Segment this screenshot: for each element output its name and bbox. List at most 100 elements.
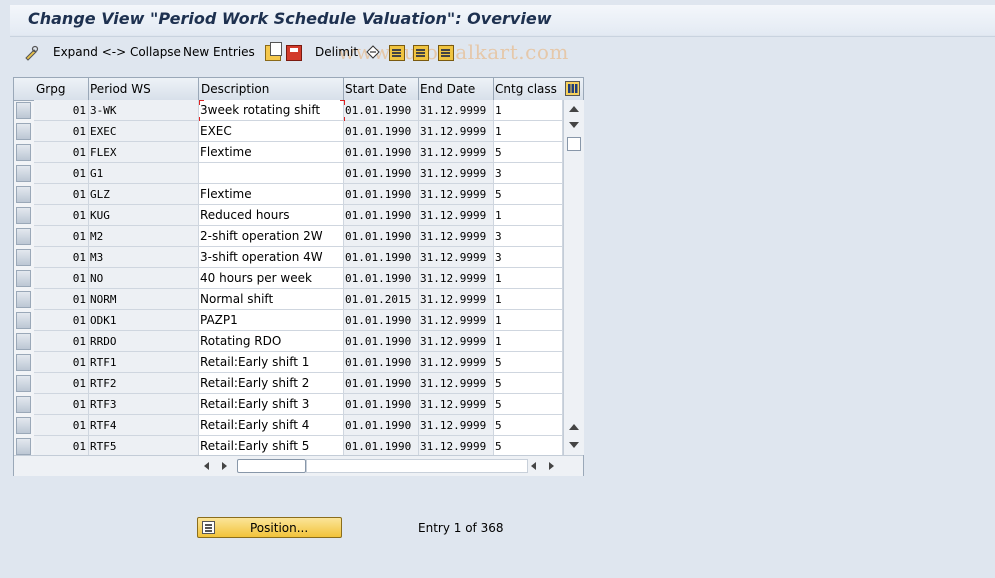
pencil-glasses-icon[interactable] [24,45,40,61]
cell-description[interactable]: 2-shift operation 2W [199,226,344,247]
table-row[interactable]: 01 M3 3-shift operation 4W 01.01.1990 31.12.… [14,247,563,268]
table-row[interactable]: 01 FLEX Flextime 01.01.1990 31.12.9999 5 [14,142,563,163]
page-down-arrow-icon[interactable] [569,442,579,448]
cell-description[interactable]: Flextime [199,184,344,205]
page-up-arrow-icon[interactable] [569,424,579,430]
cell-cntg-class[interactable]: 1 [494,289,563,310]
position-button[interactable]: Position... [197,517,342,538]
cell-cntg-class[interactable]: 1 [494,268,563,289]
row-selector[interactable] [16,270,31,287]
col-header-grpg[interactable]: Grpg [36,82,65,96]
row-selector[interactable] [16,396,31,413]
horizontal-scrollbar[interactable] [14,455,583,476]
col-header-start-date[interactable]: Start Date [345,82,407,96]
cell-description[interactable]: 3week rotating shift [199,100,344,121]
scroll-down-arrow-icon[interactable] [569,122,579,128]
row-selector[interactable] [16,354,31,371]
cell-cntg-class[interactable]: 5 [494,394,563,415]
row-selector[interactable] [16,249,31,266]
cell-cntg-class[interactable]: 1 [494,100,563,121]
row-selector[interactable] [16,102,31,119]
cell-cntg-class[interactable]: 5 [494,436,563,457]
table-row[interactable]: 01 M2 2-shift operation 2W 01.01.1990 31.12.… [14,226,563,247]
cell-description[interactable]: 3-shift operation 4W [199,247,344,268]
cell-cntg-class[interactable]: 5 [494,415,563,436]
cell-cntg-class[interactable]: 3 [494,163,563,184]
select-block-icon[interactable] [413,45,429,61]
col-header-end-date[interactable]: End Date [420,82,475,96]
cell-description[interactable]: 40 hours per week [199,268,344,289]
scroll-thumb[interactable] [567,137,581,151]
col-header-description[interactable]: Description [201,82,269,96]
row-selector[interactable] [16,438,31,455]
cell-cntg-class[interactable]: 5 [494,142,563,163]
cell-description[interactable]: Rotating RDO [199,331,344,352]
scroll-left-end-arrow-icon[interactable] [531,462,536,470]
col-header-period-ws[interactable]: Period WS [90,82,151,96]
cell-description[interactable]: Retail:Early shift 3 [199,394,344,415]
scroll-right-arrow-icon[interactable] [222,462,227,470]
table-row[interactable]: 01 ODK1 PAZP1 01.01.1990 31.12.9999 1 [14,310,563,331]
row-selector[interactable] [16,291,31,308]
row-selector[interactable] [16,312,31,329]
horizontal-scroll-track[interactable] [306,459,528,473]
scroll-up-arrow-icon[interactable] [569,106,579,112]
cell-description[interactable]: EXEC [199,121,344,142]
cell-description[interactable]: Retail:Early shift 5 [199,436,344,457]
table-row[interactable]: 01 NORM Normal shift 01.01.2015 31.12.9999 1 [14,289,563,310]
cell-cntg-class[interactable]: 1 [494,205,563,226]
row-selector[interactable] [16,123,31,140]
cell-description[interactable]: PAZP1 [199,310,344,331]
cell-description[interactable]: Retail:Early shift 4 [199,415,344,436]
table-row[interactable]: 01 GLZ Flextime 01.01.1990 31.12.9999 5 [14,184,563,205]
cell-cntg-class[interactable]: 1 [494,331,563,352]
table-row[interactable]: 01 EXEC EXEC 01.01.1990 31.12.9999 1 [14,121,563,142]
row-selector[interactable] [16,228,31,245]
save-icon[interactable] [286,45,302,61]
row-selector[interactable] [16,417,31,434]
table-row[interactable]: 01 NO 40 hours per week 01.01.1990 31.12.999… [14,268,563,289]
column-settings-icon[interactable] [565,81,580,96]
horizontal-scroll-thumb[interactable] [237,459,306,473]
cell-cntg-class[interactable]: 1 [494,310,563,331]
cell-description[interactable]: Reduced hours [199,205,344,226]
row-selector[interactable] [16,165,31,182]
cell-description[interactable]: Retail:Early shift 2 [199,373,344,394]
row-selector[interactable] [16,375,31,392]
cell-cntg-class[interactable]: 5 [494,373,563,394]
copy-icon[interactable] [265,42,282,61]
deselect-all-icon[interactable] [438,45,454,61]
col-header-cntg-class[interactable]: Cntg class [495,82,557,96]
scroll-left-arrow-icon[interactable] [204,462,209,470]
table-row[interactable]: 01 RRDO Rotating RDO 01.01.1990 31.12.9999 1 [14,331,563,352]
undo-change-icon[interactable] [366,45,380,59]
table-row[interactable]: 01 RTF1 Retail:Early shift 1 01.01.1990 31.1… [14,352,563,373]
cell-description[interactable]: Normal shift [199,289,344,310]
cell-period-ws: RTF3 [89,394,199,415]
cell-cntg-class[interactable]: 5 [494,352,563,373]
vertical-scrollbar[interactable] [563,100,584,455]
row-selector[interactable] [16,207,31,224]
cell-cntg-class[interactable]: 3 [494,247,563,268]
cell-cntg-class[interactable]: 3 [494,226,563,247]
delimit-button[interactable]: Delimit [315,45,358,59]
scroll-right-end-arrow-icon[interactable] [549,462,554,470]
table-row[interactable]: 01 RTF3 Retail:Early shift 3 01.01.1990 31.1… [14,394,563,415]
row-selector[interactable] [16,333,31,350]
cell-cntg-class[interactable]: 1 [494,121,563,142]
select-all-icon[interactable] [389,45,405,61]
table-row[interactable]: 01 G1 01.01.1990 31.12.9999 3 [14,163,563,184]
table-row[interactable]: 01 RTF2 Retail:Early shift 2 01.01.1990 31.1… [14,373,563,394]
cell-description[interactable] [199,163,344,184]
row-selector[interactable] [16,144,31,161]
table-row[interactable]: 01 3-WK 3week rotating shift 01.01.1990 31.1… [14,100,563,122]
cell-description[interactable]: Retail:Early shift 1 [199,352,344,373]
cell-description[interactable]: Flextime [199,142,344,163]
new-entries-button[interactable]: New Entries [183,45,255,59]
table-row[interactable]: 01 RTF5 Retail:Early shift 5 01.01.1990 31.1… [14,436,563,457]
table-row[interactable]: 01 KUG Reduced hours 01.01.1990 31.12.9999 1 [14,205,563,226]
cell-cntg-class[interactable]: 5 [494,184,563,205]
table-row[interactable]: 01 RTF4 Retail:Early shift 4 01.01.1990 31.1… [14,415,563,436]
expand-collapse-button[interactable]: Expand <-> Collapse [53,45,181,59]
row-selector[interactable] [16,186,31,203]
